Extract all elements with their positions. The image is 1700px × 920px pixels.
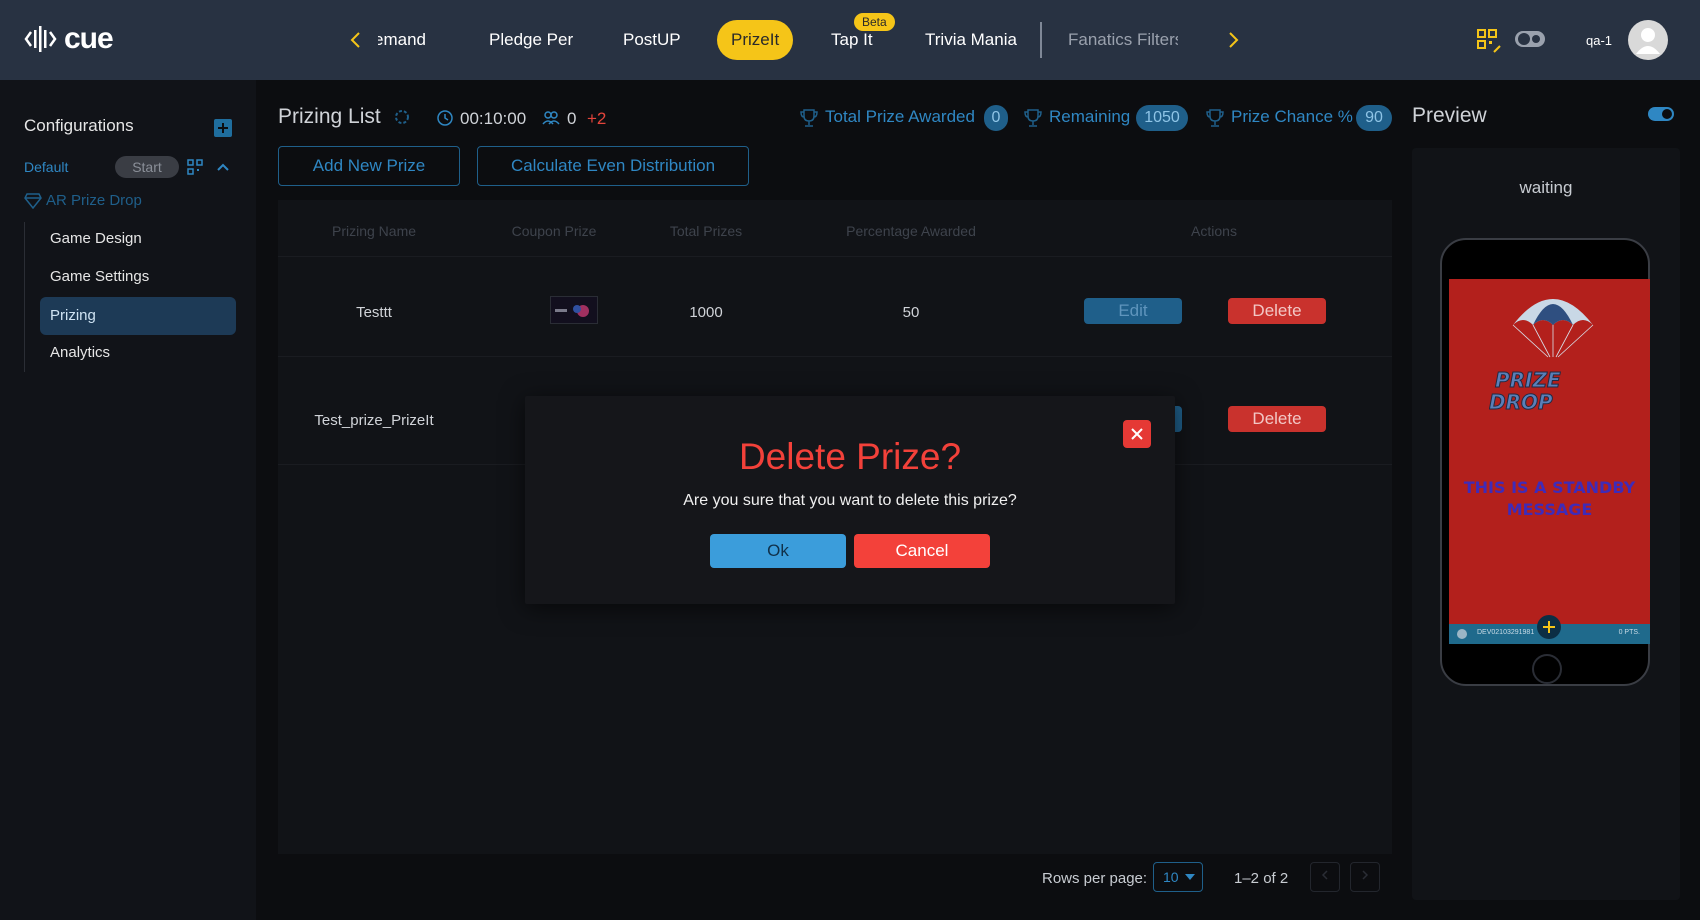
ok-button[interactable]: Ok bbox=[710, 534, 846, 568]
dialog-message: Are you sure that you want to delete thi… bbox=[683, 492, 1017, 509]
delete-prize-dialog: Delete Prize? Are you sure that you want… bbox=[525, 396, 1175, 604]
app-root: cue emand Pledge Per PostUP PrizeIt Tap … bbox=[0, 0, 1700, 920]
cancel-button[interactable]: Cancel bbox=[854, 534, 990, 568]
dialog-title: Delete Prize? bbox=[738, 436, 962, 477]
